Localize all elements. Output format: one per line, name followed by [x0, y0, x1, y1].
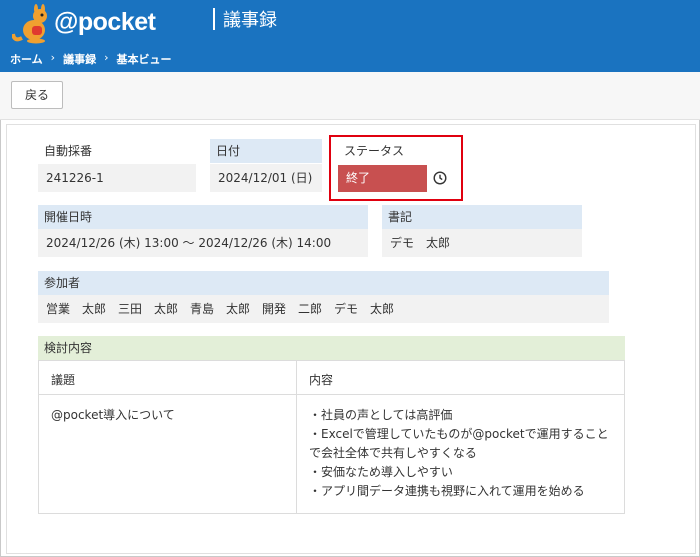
discussion-label: 検討内容	[38, 336, 625, 360]
status-badge: 終了	[338, 165, 427, 192]
column-header-content: 内容	[296, 360, 625, 395]
clock-icon[interactable]	[433, 171, 447, 185]
breadcrumb: ホーム › 議事録 › 基本ビュー	[10, 51, 171, 67]
column-header-topic: 議題	[38, 360, 297, 395]
app-header: @pocket 議事録 ホーム › 議事録 › 基本ビュー	[0, 0, 700, 72]
app-name: @pocket	[54, 8, 156, 36]
secretary-value: デモ 太郎	[382, 229, 582, 257]
topic-cell: @pocket導入について	[38, 394, 297, 514]
date-value: 2024/12/01 (日)	[210, 164, 322, 192]
list-item: ・社員の声としては高評価	[309, 408, 453, 422]
list-item: ・アプリ間データ連携も視野に入れて運用を始める	[309, 484, 585, 498]
page-title: 議事録	[223, 10, 277, 31]
list-item: ・Excelで管理していたものが@pocketで運用すること	[309, 427, 609, 441]
list-item: で会社全体で共有しやすくなる	[309, 446, 477, 460]
table-row: @pocket導入について ・社員の声としては高評価 ・Excelで管理していた…	[38, 394, 625, 514]
toolbar: 戻る	[0, 72, 700, 120]
breadcrumb-home[interactable]: ホーム	[10, 51, 43, 67]
breadcrumb-minutes[interactable]: 議事録	[63, 51, 96, 67]
table-header-row: 議題 内容	[38, 360, 625, 395]
auto-number-value: 241226-1	[38, 164, 196, 192]
breadcrumb-separator: ›	[50, 51, 56, 64]
breadcrumb-separator: ›	[104, 51, 109, 64]
breadcrumb-basic-view[interactable]: 基本ビュー	[116, 51, 171, 67]
participants-label: 参加者	[38, 271, 609, 295]
status-label: ステータス	[344, 144, 405, 158]
header-divider	[213, 8, 215, 30]
content-cell: ・社員の声としては高評価 ・Excelで管理していたものが@pocketで運用す…	[296, 394, 625, 514]
list-item: ・安価なため導入しやすい	[309, 465, 453, 479]
auto-number-label: 自動採番	[44, 144, 93, 158]
meeting-datetime-value: 2024/12/26 (木) 13:00 ～ 2024/12/26 (木) 14…	[38, 229, 368, 257]
secretary-label: 書記	[382, 205, 582, 229]
content-list: ・社員の声としては高評価 ・Excelで管理していたものが@pocketで運用す…	[309, 406, 614, 501]
meeting-datetime-label: 開催日時	[38, 205, 368, 229]
date-label: 日付	[210, 139, 322, 163]
back-button[interactable]: 戻る	[11, 81, 63, 109]
discussion-table: 議題 内容 @pocket導入について ・社員の声としては高評価 ・Excelで…	[38, 360, 625, 514]
participants-value: 営業 太郎 三田 太郎 青島 太郎 開発 二郎 デモ 太郎	[38, 295, 609, 323]
